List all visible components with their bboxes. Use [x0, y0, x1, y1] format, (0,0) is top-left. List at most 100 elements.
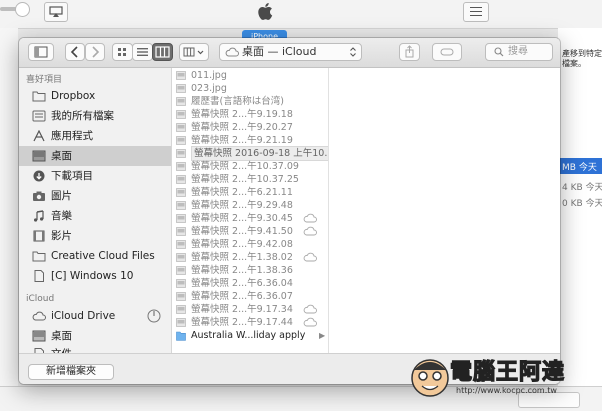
airplay-button[interactable] [44, 2, 68, 22]
dialog-toolbar: 桌面 — iCloud 搜尋 [19, 38, 560, 68]
background-toolbar [0, 0, 602, 29]
image-file-icon [176, 201, 186, 210]
file-row[interactable]: 螢幕快照 2...午9.17.44 [172, 316, 328, 329]
sidebar-item-icloud-drive[interactable]: iCloud Drive [19, 306, 171, 326]
grid-icon [118, 48, 126, 56]
file-name: 螢幕快照 2...午10.37.09 [191, 161, 299, 172]
empty-column [329, 68, 560, 353]
file-row[interactable]: 螢幕快照 2...午1.38.02 [172, 251, 328, 264]
file-name: 螢幕快照 2...午6.36.04 [191, 278, 293, 289]
cloud-icon [32, 311, 46, 321]
file-row[interactable]: 螢幕快照 2016-09-18 上午10.35.26 [172, 146, 328, 161]
new-folder-button[interactable]: 新增檔案夾 [28, 364, 114, 380]
sidebar-item-music[interactable]: 音樂 [19, 206, 171, 226]
file-row[interactable]: 螢幕快照 2...午6.36.07 [172, 290, 328, 303]
image-file-icon [176, 71, 186, 80]
file-row[interactable]: 螢幕快照 2...午9.29.48 [172, 199, 328, 212]
icloud-status-icon [303, 304, 317, 314]
background-row-size: MB 今天 [562, 163, 597, 173]
sidebar-item-windows-10[interactable]: [C] Windows 10 [19, 266, 171, 286]
file-name: 螢幕快照 2...午1.38.36 [191, 265, 293, 276]
column-view-button[interactable] [152, 43, 173, 61]
image-file-icon [176, 175, 186, 184]
watermark-title: 電腦王阿達 [449, 359, 566, 385]
file-name: 螢幕快照 2...午9.29.48 [191, 200, 293, 211]
file-name: 螢幕快照 2...午9.42.08 [191, 239, 293, 250]
location-label: 桌面 — iCloud [242, 45, 317, 58]
background-left-panel [0, 28, 18, 386]
file-row[interactable]: 螢幕快照 2...午10.37.25 [172, 173, 328, 186]
file-row[interactable]: 螢幕快照 2...午1.38.36 [172, 264, 328, 277]
file-row[interactable]: 023.jpg [172, 82, 328, 95]
file-name: 螢幕快照 2...午9.20.27 [191, 122, 293, 133]
folder-row[interactable]: Australia W...liday apply ▶ [172, 329, 328, 342]
image-file-icon [176, 279, 186, 288]
tag-icon [440, 48, 454, 56]
back-button[interactable] [65, 43, 85, 61]
image-file-icon [176, 136, 186, 145]
file-name: 螢幕快照 2...午9.17.44 [191, 317, 293, 328]
favorites-header: 喜好項目 [26, 75, 63, 85]
file-row[interactable]: 螢幕快照 2...午9.42.08 [172, 238, 328, 251]
sidebar-toggle-button[interactable] [28, 43, 54, 61]
file-row[interactable]: 螢幕快照 2...午9.17.34 [172, 303, 328, 316]
sidebar-item-dropbox[interactable]: Dropbox [19, 86, 171, 106]
file-row[interactable]: 螢幕快照 2...午9.20.27 [172, 121, 328, 134]
image-file-icon [176, 123, 186, 132]
icloud-status-icon [303, 252, 317, 262]
arrange-grid-icon [183, 47, 204, 57]
file-row[interactable]: 螢幕快照 2...午9.30.45 [172, 212, 328, 225]
file-dialog: 桌面 — iCloud 搜尋 喜好項目 Dropbox 我的所有檔案 應用程式 … [19, 38, 560, 384]
share-button[interactable] [399, 43, 420, 61]
arrange-menu-button[interactable] [179, 43, 209, 61]
file-name: 螢幕快照 2...午6.21.11 [191, 187, 293, 198]
sidebar-item-creative-cloud-files[interactable]: Creative Cloud Files [19, 246, 171, 266]
icon-view-button[interactable] [112, 43, 133, 61]
file-row[interactable]: 螢幕快照 2...午9.19.18 [172, 108, 328, 121]
search-placeholder: 搜尋 [508, 46, 528, 57]
image-file-icon [176, 97, 186, 106]
chevron-right-icon [92, 46, 100, 58]
file-row[interactable]: 011.jpg [172, 69, 328, 82]
file-row[interactable]: 螢幕快照 2...午10.37.09 [172, 160, 328, 173]
volume-slider-knob[interactable] [15, 2, 30, 17]
file-row[interactable]: 螢幕快照 2...午9.41.50 [172, 225, 328, 238]
image-file-icon [176, 305, 186, 314]
sidebar-item-desktop[interactable]: 桌面 [19, 146, 171, 166]
background-row-size: 0 KB 今天 [562, 199, 602, 209]
image-file-icon [176, 253, 186, 262]
icloud-status-icon [303, 213, 317, 223]
sidebar-item-icloud-desktop[interactable]: 桌面 [19, 326, 171, 346]
file-row[interactable]: 螢幕快照 2...午6.36.04 [172, 277, 328, 290]
search-input[interactable]: 搜尋 [485, 43, 553, 61]
file-name: 011.jpg [191, 70, 227, 81]
image-file-icon [176, 266, 186, 275]
document-icon [34, 270, 44, 282]
sidebar-item-movies[interactable]: 影片 [19, 226, 171, 246]
file-name: 螢幕快照 2...午10.37.25 [191, 174, 299, 185]
list-view-button[interactable] [132, 43, 153, 61]
file-name: 螢幕快照 2...午6.36.07 [191, 291, 293, 302]
camera-icon [33, 191, 45, 201]
all-files-icon [32, 110, 46, 122]
file-row[interactable]: 履歷書(言語称は台湾) [172, 95, 328, 108]
sidebar-item-applications[interactable]: 應用程式 [19, 126, 171, 146]
location-popup[interactable]: 桌面 — iCloud [219, 43, 362, 61]
list-view-button[interactable] [463, 2, 489, 22]
folder-icon [176, 331, 186, 341]
tags-button[interactable] [432, 43, 462, 61]
airplay-icon [49, 6, 63, 17]
image-file-icon [176, 149, 186, 158]
sidebar-item-pictures[interactable]: 圖片 [19, 186, 171, 206]
file-name: 履歷書(言語称は台湾) [191, 96, 284, 107]
sidebar-item-icloud-documents[interactable]: 文件 [19, 344, 171, 353]
file-row[interactable]: 螢幕快照 2...午6.21.11 [172, 186, 328, 199]
updown-chevron-icon [350, 47, 356, 57]
sidebar-item-downloads[interactable]: 下載項目 [19, 166, 171, 186]
forward-button[interactable] [85, 43, 105, 61]
applications-icon [33, 130, 45, 142]
image-file-icon [176, 214, 186, 223]
sidebar-item-all-files[interactable]: 我的所有檔案 [19, 106, 171, 126]
downloads-icon [33, 170, 45, 182]
image-file-icon [176, 188, 186, 197]
